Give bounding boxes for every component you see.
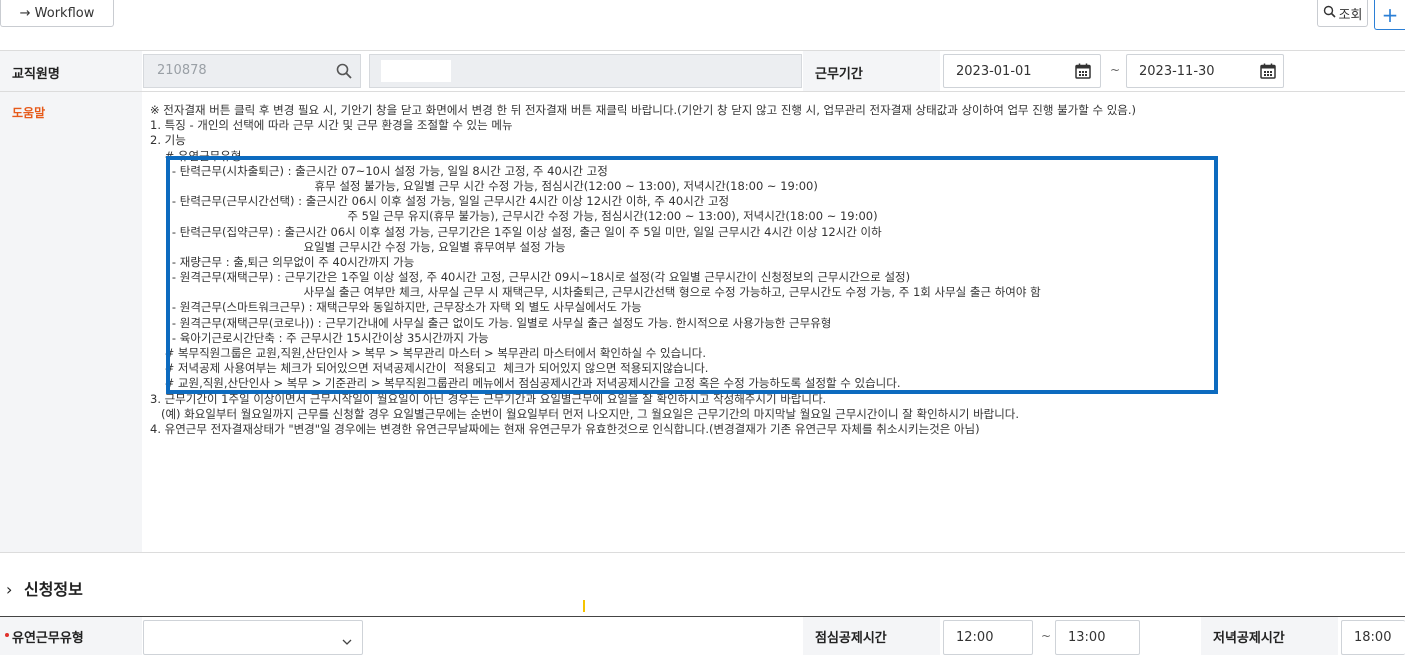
staff-id-value: 210878 bbox=[157, 63, 207, 78]
date-to-value: 2023-11-30 bbox=[1139, 63, 1215, 79]
workflow-button[interactable]: → Workflow bbox=[0, 0, 114, 27]
form-row-border bbox=[0, 91, 1405, 92]
highlight-box bbox=[166, 156, 1218, 394]
section-header: › 신청정보 bbox=[6, 576, 83, 600]
help-line: (예) 화요일부터 월요일까지 근무를 신청할 경우 요일별근무에는 순번이 월… bbox=[150, 406, 1020, 421]
date-to-input[interactable]: 2023-11-30 bbox=[1126, 54, 1284, 88]
lunch-range-separator: ~ bbox=[1041, 629, 1052, 643]
chevron-down-icon bbox=[342, 634, 352, 649]
period-label: 근무기간 bbox=[815, 67, 863, 82]
lunch-to-value: 13:00 bbox=[1068, 630, 1106, 645]
staff-name-field bbox=[369, 54, 802, 88]
dinner-from-input[interactable]: 18:00 bbox=[1341, 620, 1405, 655]
dinner-from-value: 18:00 bbox=[1354, 630, 1392, 645]
help-line: ※ 전자결재 버튼 클릭 후 변경 필요 시, 기안기 창을 닫고 화면에서 변… bbox=[150, 103, 1137, 117]
staff-label: 교직원명 bbox=[12, 67, 60, 82]
type-label: 유연근무유형 bbox=[12, 631, 84, 646]
form-top-border bbox=[0, 50, 1405, 51]
lunch-from-value: 12:00 bbox=[956, 630, 994, 645]
lunch-label: 점심공제시간 bbox=[815, 631, 887, 646]
add-icon: + bbox=[1381, 2, 1399, 27]
required-dot bbox=[5, 633, 9, 637]
help-line: 4. 유연근무 전자결재상태가 "변경"일 경우에는 변경한 유연근무날짜에는 … bbox=[150, 421, 980, 436]
help-line: 2. 기능 bbox=[150, 133, 186, 148]
workflow-label: → Workflow bbox=[19, 5, 95, 21]
date-from-value: 2023-01-01 bbox=[956, 63, 1032, 79]
lunch-from-input[interactable]: 12:00 bbox=[943, 620, 1033, 655]
apply-top-border bbox=[0, 616, 1405, 617]
staff-id-field[interactable]: 210878 bbox=[143, 54, 361, 88]
date-range-separator: ~ bbox=[1110, 63, 1121, 77]
help-label: 도움말 bbox=[12, 106, 46, 120]
help-bottom-border bbox=[0, 552, 1405, 553]
search-icon bbox=[1323, 5, 1336, 22]
calendar-icon[interactable] bbox=[1075, 63, 1091, 83]
date-from-input[interactable]: 2023-01-01 bbox=[943, 54, 1101, 88]
yellow-marker bbox=[583, 600, 585, 612]
section-title: 신청정보 bbox=[23, 580, 83, 599]
add-button[interactable]: + bbox=[1374, 0, 1405, 30]
calendar-icon[interactable] bbox=[1260, 63, 1276, 83]
help-label-cell bbox=[0, 92, 142, 552]
lunch-to-input[interactable]: 13:00 bbox=[1055, 620, 1140, 655]
search-icon[interactable] bbox=[336, 63, 352, 82]
help-line: 1. 특징 - 개인의 선택에 따라 근무 시간 및 근무 환경을 조절할 수 … bbox=[150, 118, 513, 133]
dinner-label: 저녁공제시간 bbox=[1213, 631, 1285, 646]
work-type-select[interactable] bbox=[143, 620, 363, 655]
chevron-right-icon: › bbox=[6, 580, 13, 599]
search-label: 조회 bbox=[1338, 7, 1363, 23]
staff-name-mask bbox=[381, 60, 451, 82]
search-button[interactable]: 조회 bbox=[1317, 0, 1368, 27]
